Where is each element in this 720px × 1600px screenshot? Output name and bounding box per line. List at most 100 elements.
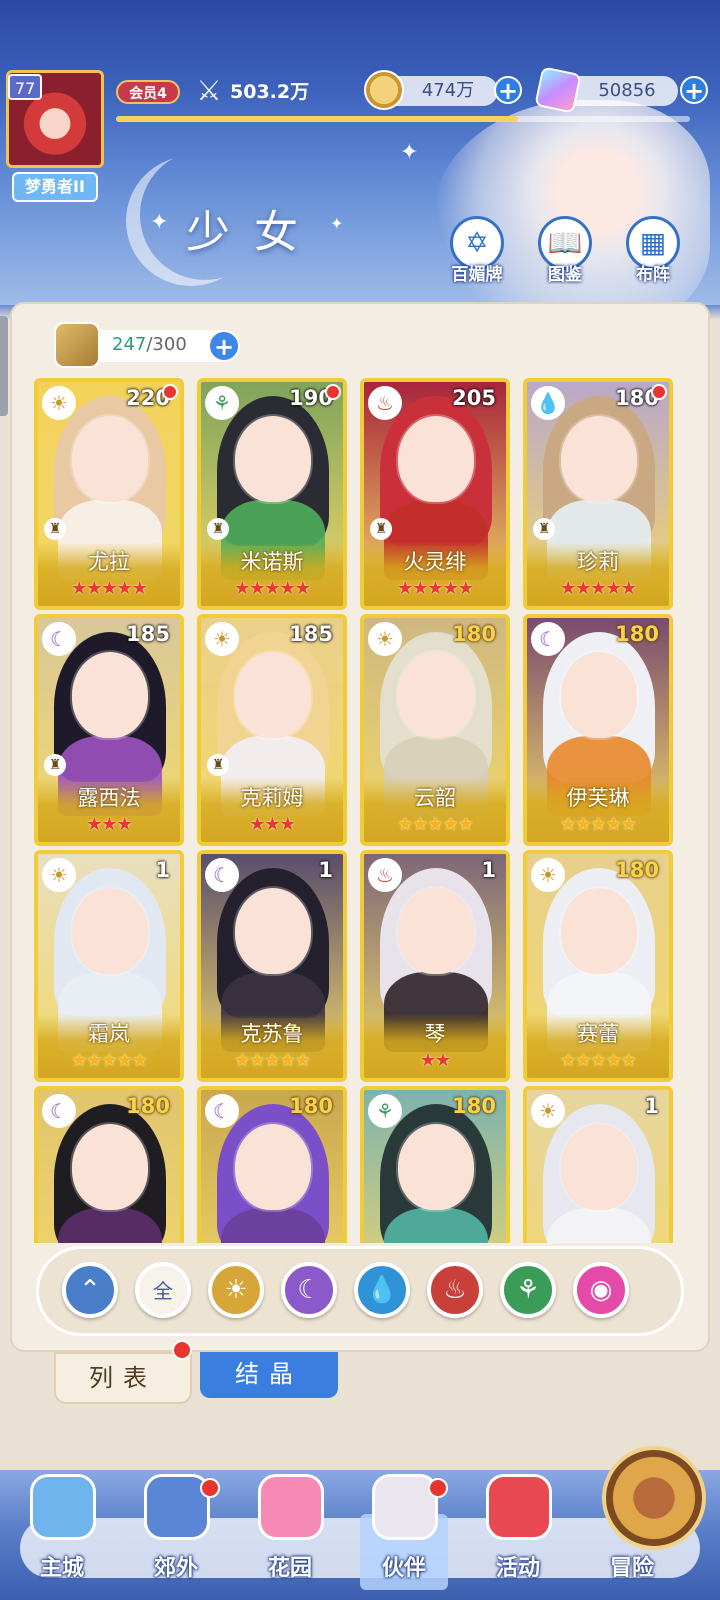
portrait-face (561, 416, 637, 502)
roster-count: 247 (112, 334, 147, 355)
wind-arrow-icon: ⌃ (79, 1275, 101, 1305)
add-gem-button[interactable]: + (680, 76, 708, 104)
vip-badge[interactable]: 会员4 (116, 80, 180, 104)
star-icon: ★ (294, 1050, 311, 1071)
character-card[interactable]: ☀ 220 ♜ 尤拉 ★★★★★ (34, 378, 184, 610)
character-card[interactable]: ♨ 205 ♜ 火灵绯 ★★★★★ (360, 378, 510, 610)
tab-crystal[interactable]: 结晶 (200, 1352, 338, 1398)
combat-power-value: 503.2万 (230, 81, 310, 103)
star-icon: ★ (442, 814, 459, 835)
character-level: 185 (289, 622, 333, 646)
star-icon: ★ (116, 814, 133, 835)
filter-heart-element-button[interactable]: ◉ (573, 1262, 629, 1318)
water-element-icon: 💧 (365, 1275, 399, 1305)
experience-fill (116, 116, 518, 122)
fire-element-icon: ♨ (368, 858, 402, 892)
portrait-face (398, 652, 474, 738)
star-rating: ★★★★★ (38, 1050, 180, 1071)
wind-element-icon: ⚘ (205, 386, 239, 420)
character-level: 180 (452, 622, 496, 646)
portrait-face (561, 652, 637, 738)
nav-magic-circle[interactable]: 郊外 (126, 1470, 226, 1590)
star-icon: ★ (590, 1050, 606, 1071)
player-title-badge[interactable]: 梦勇者II (12, 172, 98, 202)
star-icon: ★ (397, 814, 413, 835)
filter-moon-element-button[interactable]: ☾ (281, 1262, 337, 1318)
portrait-face (72, 652, 148, 738)
nav-partner-portrait[interactable]: 伙伴 (354, 1470, 454, 1590)
combat-power-icon: ⚔ (196, 74, 222, 107)
character-card[interactable]: ☾ 180 (34, 1086, 184, 1243)
formation-button[interactable]: ▦ 布阵 (620, 216, 684, 285)
filter-fire-element-button[interactable]: ♨ (427, 1262, 483, 1318)
expand-roster-button[interactable]: + (208, 330, 240, 362)
filter-wind-element-button[interactable]: ⚘ (500, 1262, 556, 1318)
character-name: 露西法 (77, 786, 141, 810)
nav-heart-garden[interactable]: 花园 (240, 1470, 340, 1590)
moon-element-icon: ☾ (205, 1094, 239, 1128)
star-icon: ★ (397, 578, 413, 599)
star-icon: ★ (131, 578, 148, 599)
character-level: 180 (615, 858, 659, 882)
star-icon: ★ (620, 814, 637, 835)
notification-dot (172, 1340, 192, 1360)
character-card[interactable]: ☀ 1 (523, 1086, 673, 1243)
fire-element-icon: ♨ (368, 386, 402, 420)
portrait-face (72, 416, 148, 502)
character-name: 克苏鲁 (240, 1022, 304, 1046)
filter-all-button[interactable]: 全 (135, 1262, 191, 1318)
wind-element-icon: ⚘ (516, 1275, 540, 1305)
hall-of-cards-button[interactable]: ✡ 百媚牌 (444, 216, 508, 285)
notification-dot (428, 1478, 448, 1498)
nav-gift-box[interactable]: 活动 (468, 1470, 568, 1590)
portrait-face (235, 888, 311, 974)
add-gold-button[interactable]: + (494, 76, 522, 104)
character-level: 1 (318, 858, 333, 882)
character-card[interactable]: ☾ 180 (197, 1086, 347, 1243)
character-card[interactable]: ☾ 180 伊芙琳 ★★★★★ (523, 614, 673, 846)
character-card[interactable]: ☾ 1 克苏鲁 ★★★★★ (197, 850, 347, 1082)
filter-water-element-button[interactable]: 💧 (354, 1262, 410, 1318)
filter-wind-arrow-button[interactable]: ⌃ (62, 1262, 118, 1318)
character-grid: ☀ 220 ♜ 尤拉 ★★★★★ ⚘ 190 ♜ 米诺斯 ★★★★★ ♨ 205 ♜ 火灵绯 ★★★★★ 💧 1… (34, 378, 686, 1243)
character-card[interactable]: ☀ 180 赛蕾 ★★★★★ (523, 850, 673, 1082)
character-card[interactable]: 💧 180 ♜ 珍莉 ★★★★★ (523, 378, 673, 610)
character-card[interactable]: ☾ 185 ♜ 露西法 ★★★ (34, 614, 184, 846)
star-icon: ★ (294, 578, 311, 599)
star-icon: ★ (279, 578, 296, 599)
notification-dot (162, 384, 178, 400)
star-icon: ★ (86, 1050, 102, 1071)
character-level: 185 (126, 622, 170, 646)
portrait-face (235, 416, 311, 502)
fire-element-icon: ♨ (443, 1275, 467, 1305)
codex-button[interactable]: 📖 图鉴 (532, 216, 596, 285)
character-card[interactable]: ⚘ 180 (360, 1086, 510, 1243)
star-icon: ★ (234, 578, 250, 599)
nav-label: 活动 (495, 1556, 540, 1581)
compass-icon[interactable] (602, 1446, 706, 1550)
character-name: 赛蕾 (577, 1022, 619, 1046)
character-card[interactable]: ⚘ 190 ♜ 米诺斯 ★★★★★ (197, 378, 347, 610)
portrait-face (398, 1124, 474, 1210)
star-icon: ★ (457, 578, 474, 599)
star-icon: ★ (457, 814, 474, 835)
portrait-face (72, 1124, 148, 1210)
portrait-face (398, 888, 474, 974)
character-card[interactable]: ☀ 1 霜岚 ★★★★★ (34, 850, 184, 1082)
tab-list[interactable]: 列表 (54, 1352, 192, 1404)
codex-label: 图鉴 (548, 265, 582, 285)
star-rating: ★★★★★ (527, 1050, 669, 1071)
character-card[interactable]: ♨ 1 琴 ★★ (360, 850, 510, 1082)
character-card[interactable]: ☀ 180 云韶 ★★★★★ (360, 614, 510, 846)
star-icon: ★ (279, 1050, 296, 1071)
notification-dot (200, 1478, 220, 1498)
nav-label: 主城 (39, 1556, 84, 1581)
portrait-face (398, 416, 474, 502)
experience-bar (116, 116, 690, 122)
character-card[interactable]: ☀ 185 ♜ 克莉姆 ★★★ (197, 614, 347, 846)
filter-sun-element-button[interactable]: ☀ (208, 1262, 264, 1318)
nav-castle[interactable]: 主城 (12, 1470, 112, 1590)
sun-element-icon: ☀ (42, 386, 76, 420)
star-rating: ★★★★★ (201, 1050, 343, 1071)
chess-role-icon: ♜ (44, 518, 66, 540)
